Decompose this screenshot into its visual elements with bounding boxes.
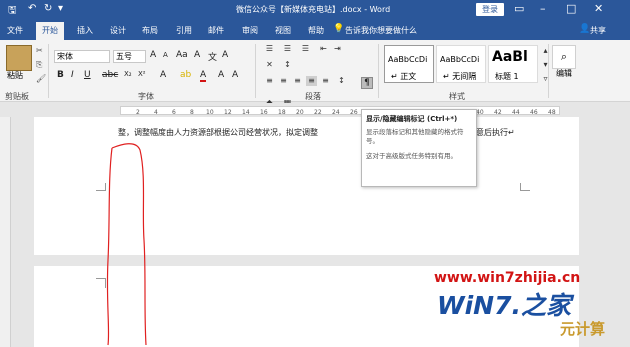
show-hide-tooltip: 显示/隐藏编辑标记 (Ctrl+*) 显示段落标记和其他隐藏的格式符号。 这对于… [361,109,477,187]
tooltip-title: 显示/隐藏编辑标记 (Ctrl+*) [366,115,458,123]
tooltip-note: 这对于高级版式任务特别有用。 [366,152,457,160]
watermark-url: www.win7zhijia.cn [434,270,581,286]
watermark-logo: WiN7.之家 [437,291,571,320]
tooltip-description: 显示段落标记和其他隐藏的格式符号。 [366,128,464,145]
watermark-site: 元计算 [560,320,606,338]
